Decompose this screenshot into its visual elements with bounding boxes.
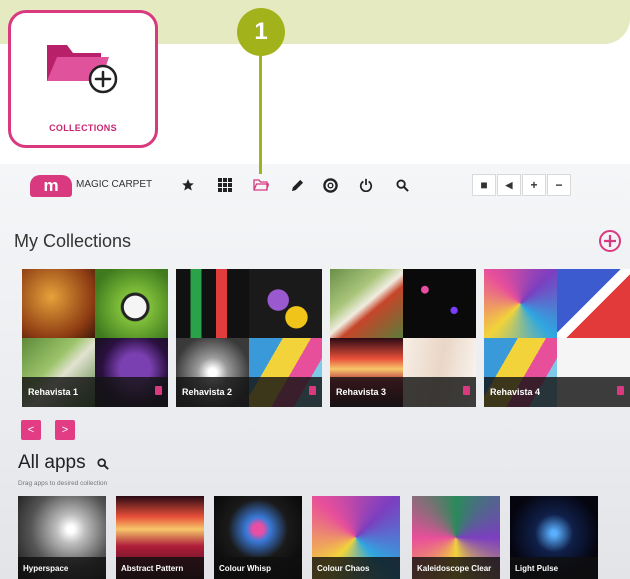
collection-tile[interactable]: Rehavista 1 <box>22 269 168 407</box>
app-tile[interactable]: Colour Chaos <box>312 496 400 579</box>
my-collections-heading: My Collections <box>14 231 132 251</box>
help-lifebuoy-icon[interactable] <box>319 174 341 196</box>
collection-name: Rehavista 3 <box>336 387 387 397</box>
collections-folder-icon[interactable] <box>250 174 272 196</box>
trash-icon[interactable] <box>463 386 470 395</box>
pencil-icon[interactable] <box>286 174 308 196</box>
app-name: Light Pulse <box>515 564 559 573</box>
search-icon[interactable] <box>97 457 109 470</box>
apps-grid-icon[interactable] <box>214 174 236 196</box>
app-name: Kaleidoscope Clear <box>417 564 492 573</box>
app-tile[interactable]: Abstract Pattern <box>116 496 204 579</box>
trash-icon[interactable] <box>155 386 162 395</box>
zoom-out-button[interactable]: − <box>547 174 571 196</box>
collection-name: Rehavista 1 <box>28 387 79 397</box>
stop-button[interactable]: ■ <box>472 174 496 196</box>
favorites-star-icon[interactable] <box>177 174 199 196</box>
add-collection-button[interactable] <box>598 229 622 253</box>
prev-page-button[interactable]: < <box>21 420 41 440</box>
app-name: Abstract Pattern <box>121 564 184 573</box>
drag-hint: Drag apps to desired collection <box>18 480 108 487</box>
callout-leader-line <box>259 56 262 174</box>
collections-folder-icon <box>43 35 123 97</box>
collection-name: Rehavista 2 <box>182 387 233 397</box>
top-bar: m MAGIC CARPET ■ ◀ + − <box>0 164 630 204</box>
announce-button[interactable]: ◀ <box>497 174 521 196</box>
brand-name: MAGIC CARPET <box>76 179 153 190</box>
trash-icon[interactable] <box>309 386 316 395</box>
collection-tile[interactable]: Rehavista 2 <box>176 269 322 407</box>
collection-name: Rehavista 4 <box>490 387 541 397</box>
magic-carpet-app: m MAGIC CARPET ■ ◀ + − My Collections Re… <box>0 164 630 579</box>
app-tile[interactable]: Kaleidoscope Clear <box>412 496 500 579</box>
zoom-in-button[interactable]: + <box>522 174 546 196</box>
collections-card-label: COLLECTIONS <box>49 123 117 133</box>
trash-icon[interactable] <box>617 386 624 395</box>
app-name: Colour Whisp <box>219 564 271 573</box>
all-apps-heading: All apps <box>18 452 86 473</box>
plus-circle-icon <box>599 230 621 252</box>
search-icon[interactable] <box>391 174 413 196</box>
step-badge: 1 <box>237 8 285 56</box>
collections-callout-card: COLLECTIONS <box>8 10 158 148</box>
logo: m <box>30 175 72 197</box>
collection-tile[interactable]: Rehavista 3 <box>330 269 476 407</box>
app-tile[interactable]: Hyperspace <box>18 496 106 579</box>
app-name: Hyperspace <box>23 564 69 573</box>
app-name: Colour Chaos <box>317 564 370 573</box>
power-icon[interactable] <box>355 174 377 196</box>
next-page-button[interactable]: > <box>55 420 75 440</box>
collection-tile[interactable]: Rehavista 4 <box>484 269 630 407</box>
app-tile[interactable]: Light Pulse <box>510 496 598 579</box>
app-tile[interactable]: Colour Whisp <box>214 496 302 579</box>
